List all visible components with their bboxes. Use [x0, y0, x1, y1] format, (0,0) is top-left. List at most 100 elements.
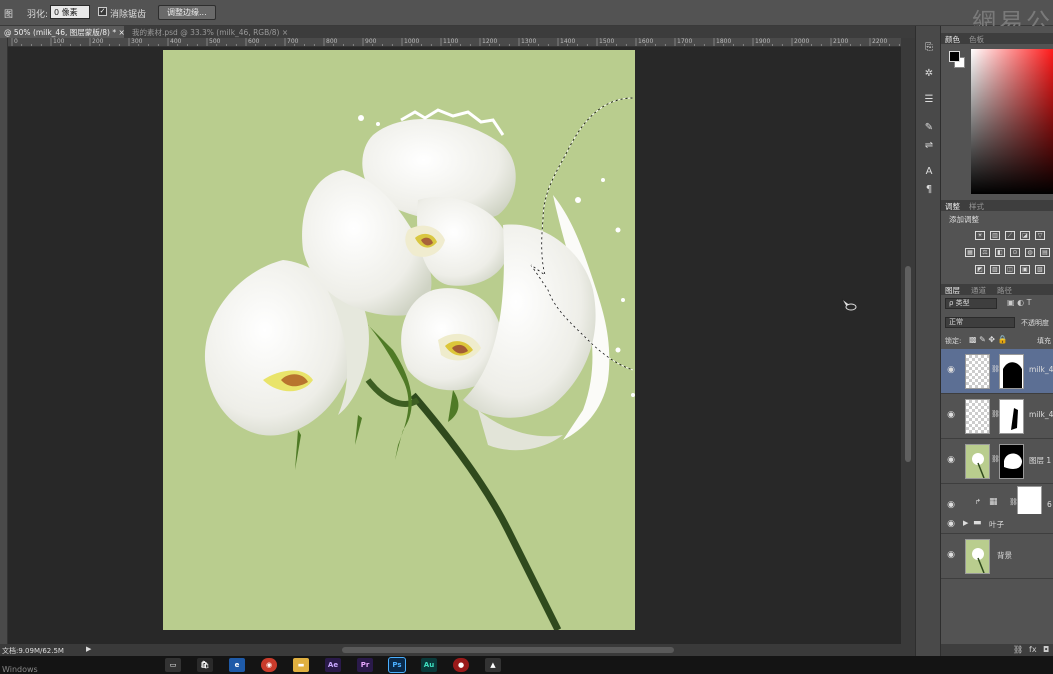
- selective-color-icon[interactable]: ▣: [1020, 265, 1030, 274]
- tab-color[interactable]: 颜色: [945, 34, 960, 45]
- layer-comps-icon[interactable]: ✲: [923, 68, 935, 80]
- layer-filter-dropdown[interactable]: ρ 类型: [945, 298, 997, 309]
- ruler-tick-label: 1300: [521, 38, 537, 45]
- vertical-scroll-thumb[interactable]: [905, 266, 911, 462]
- layer-row[interactable]: ◉ ⛓ 图层 1: [941, 439, 1053, 484]
- mask-icon[interactable]: ◘: [1043, 645, 1049, 654]
- tab-channels[interactable]: 通道: [971, 285, 986, 296]
- tab-adjustments[interactable]: 调整: [945, 201, 960, 212]
- mode-label: 图: [4, 10, 14, 20]
- after-effects-icon[interactable]: Ae: [325, 658, 341, 672]
- close-icon[interactable]: ×: [282, 28, 288, 37]
- premiere-icon[interactable]: Pr: [357, 658, 373, 672]
- invert-icon[interactable]: ◩: [975, 265, 985, 274]
- refine-edge-button[interactable]: 调整边缘...: [158, 5, 216, 20]
- antialias-checkbox[interactable]: ✓: [98, 7, 107, 16]
- properties-icon[interactable]: ☰: [923, 94, 935, 106]
- mask-thumbnail[interactable]: [999, 444, 1024, 479]
- paragraph-icon[interactable]: ¶: [923, 184, 935, 196]
- eye-icon[interactable]: ◉: [946, 455, 956, 465]
- layer-name: milk_4: [1029, 365, 1053, 374]
- edge-icon[interactable]: e: [229, 658, 245, 672]
- filter-icons[interactable]: ▣ ◐ T: [1007, 298, 1032, 307]
- ruler-tick-label: 1200: [482, 38, 498, 45]
- ruler-tick-label: 1900: [755, 38, 771, 45]
- close-icon[interactable]: ×: [119, 28, 125, 37]
- tab-my-material[interactable]: 我的素材.psd @ 33.3% (milk_46, RGB/8) ×: [128, 26, 288, 38]
- eye-icon[interactable]: ◉: [946, 410, 956, 420]
- lock-icons[interactable]: ▩ ✎ ✥ 🔒: [969, 335, 1008, 344]
- history-icon[interactable]: ⎘: [923, 42, 935, 54]
- tab-milk-document[interactable]: @ 50% (milk_46, 图层蒙版/8) * ×: [0, 26, 125, 38]
- color-balance-icon[interactable]: ◧: [995, 248, 1005, 257]
- channel-mixer-icon[interactable]: ▤: [1040, 248, 1050, 257]
- horizontal-scroll-thumb[interactable]: [342, 647, 674, 653]
- posterize-icon[interactable]: ▨: [990, 265, 1000, 274]
- tab-layers[interactable]: 图层: [945, 285, 960, 296]
- photoshop-window: 图 羽化: 0 像素 ✓ 消除锯齿 调整边缘... 網易公 @ 50% (mil…: [0, 0, 1053, 674]
- eye-icon[interactable]: ◉: [946, 550, 956, 560]
- brush-icon[interactable]: ✎: [923, 122, 935, 134]
- lasso-cursor-icon: [841, 298, 857, 311]
- task-view-icon[interactable]: ▭: [165, 658, 181, 672]
- start-label[interactable]: Windows: [2, 665, 38, 674]
- tab-styles[interactable]: 样式: [969, 201, 984, 212]
- windows-taskbar: Windows ▭ 🛍 e ◉ ▬ Ae Pr Ps Au ● ▲: [0, 656, 1053, 674]
- document-tab-bar: @ 50% (milk_46, 图层蒙版/8) * × 我的素材.psd @ 3…: [0, 26, 915, 38]
- layer-name: 6: [1047, 500, 1052, 509]
- document-size: 文档:9.09M/62.5M: [2, 647, 64, 655]
- status-bar: 文档:9.09M/62.5M ▶: [0, 644, 915, 656]
- canvas-area[interactable]: [8, 47, 901, 644]
- gradient-icon[interactable]: ▽: [1035, 231, 1045, 240]
- threshold-icon[interactable]: ◫: [1005, 265, 1015, 274]
- levels-icon[interactable]: ▥: [990, 231, 1000, 240]
- opacity-label: 不透明度: [1021, 319, 1049, 327]
- folder-icon[interactable]: ▬: [293, 658, 309, 672]
- photoshop-icon[interactable]: Ps: [388, 657, 406, 673]
- character-icon[interactable]: A: [923, 166, 935, 178]
- layer-row[interactable]: ◉ ▶ ▬ 叶子: [941, 514, 1053, 534]
- layer-thumbnail: [965, 444, 990, 479]
- layer-thumbnail: [965, 539, 990, 574]
- foreground-color-swatch[interactable]: [949, 51, 960, 62]
- layer-thumbnail: [965, 354, 990, 389]
- photos-icon[interactable]: ▲: [485, 658, 501, 672]
- chrome-icon[interactable]: ◉: [261, 658, 277, 672]
- vertical-scrollbar[interactable]: [901, 38, 915, 644]
- ruler-tick-label: 200: [92, 38, 104, 45]
- audition-icon[interactable]: Au: [421, 658, 437, 672]
- ruler-tick-label: 1100: [443, 38, 459, 45]
- brightness-icon[interactable]: ☀: [975, 231, 985, 240]
- status-menu-arrow-icon[interactable]: ▶: [86, 645, 91, 653]
- document-canvas[interactable]: [163, 50, 635, 630]
- ruler-tick-label: 1500: [599, 38, 615, 45]
- eye-icon[interactable]: ◉: [946, 500, 956, 510]
- record-icon[interactable]: ●: [453, 658, 469, 672]
- gradient-map-icon[interactable]: ▧: [1035, 265, 1045, 274]
- eye-icon[interactable]: ◉: [946, 365, 956, 375]
- exposure-icon[interactable]: ◪: [1020, 231, 1030, 240]
- link-icon[interactable]: ⛓: [1013, 645, 1023, 654]
- store-icon[interactable]: 🛍: [197, 658, 213, 672]
- layer-row[interactable]: ◉ 背景: [941, 534, 1053, 579]
- layer-row[interactable]: ◉ ⛓ milk_4: [941, 394, 1053, 439]
- mask-thumbnail[interactable]: [999, 354, 1024, 389]
- blend-mode-dropdown[interactable]: 正常: [945, 317, 1015, 328]
- tab-swatches[interactable]: 色板: [969, 34, 984, 45]
- fx-icon[interactable]: fx: [1029, 645, 1037, 654]
- eye-icon[interactable]: ◉: [946, 519, 956, 529]
- expand-arrow-icon[interactable]: ▶: [963, 519, 968, 527]
- feather-input[interactable]: 0 像素: [50, 5, 90, 19]
- tab-paths[interactable]: 路径: [997, 285, 1012, 296]
- curves-icon[interactable]: ⟋: [1005, 231, 1015, 240]
- color-picker-field[interactable]: [971, 49, 1053, 194]
- orchid-image: [204, 97, 635, 630]
- hue-sat-icon[interactable]: ⚖: [980, 248, 990, 257]
- bw-icon[interactable]: ⊙: [1010, 248, 1020, 257]
- layer-row[interactable]: ◉ ⛓ milk_4: [941, 349, 1053, 394]
- mask-thumbnail[interactable]: [999, 399, 1024, 434]
- photo-filter-icon[interactable]: ◍: [1025, 248, 1035, 257]
- adjust-icon[interactable]: ⇌: [923, 140, 935, 152]
- vibrance-icon[interactable]: ▦: [965, 248, 975, 257]
- layer-name: 背景: [997, 551, 1012, 560]
